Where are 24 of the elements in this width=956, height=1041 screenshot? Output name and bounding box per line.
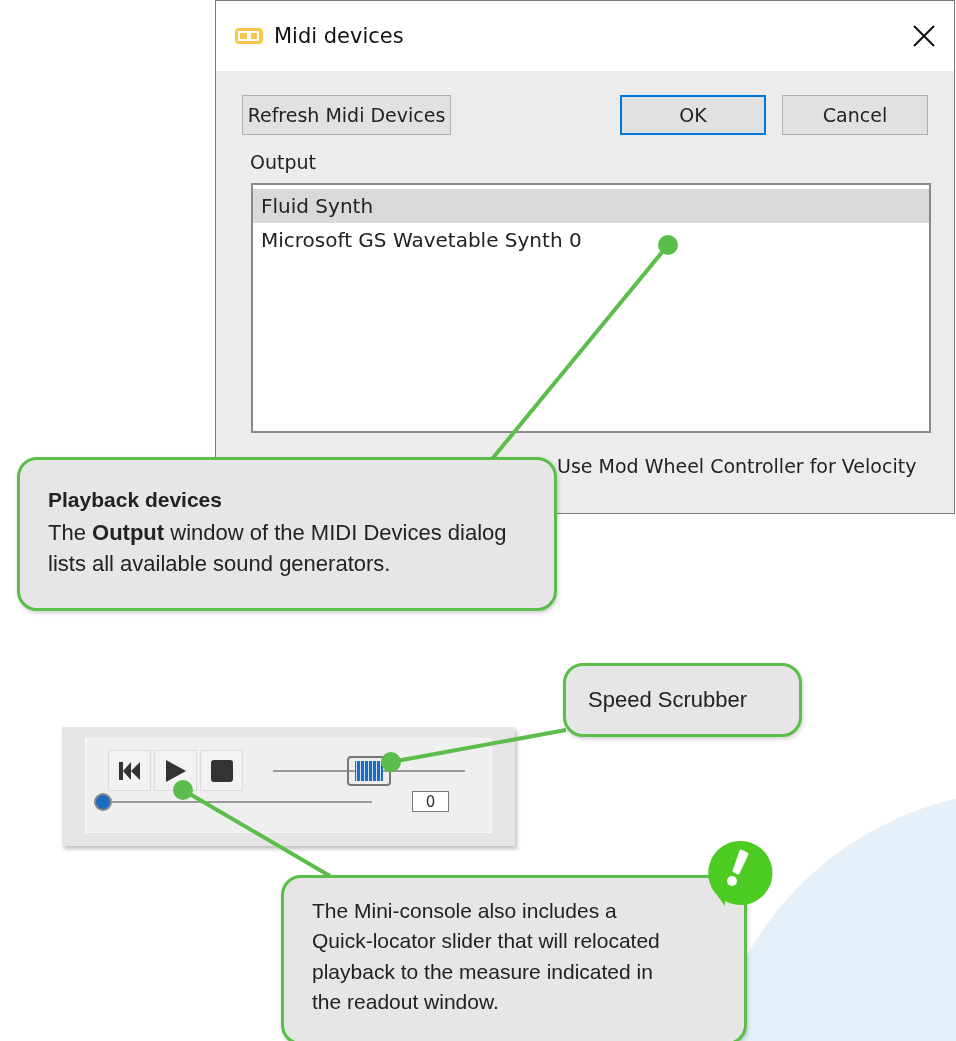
stop-icon [210, 759, 233, 782]
play-icon [164, 759, 187, 782]
callout-text: Speed Scrubber [588, 685, 748, 714]
device-list-item[interactable]: Microsoft GS Wavetable Synth 0 [253, 223, 929, 257]
window-title: Midi devices [274, 24, 404, 48]
refresh-button[interactable]: Refresh Midi Devices [242, 95, 451, 135]
callout-title: Playback devices [48, 488, 223, 513]
close-icon[interactable] [912, 24, 936, 48]
output-listbox[interactable]: Fluid Synth Microsoft GS Wavetable Synth 0 [251, 183, 931, 433]
callout-text: The Output window of the MIDI Devices dialog lists all available sound generators. [48, 519, 508, 578]
device-list-item[interactable]: Fluid Synth [253, 189, 929, 223]
play-button[interactable] [154, 750, 197, 791]
locator-slider-thumb[interactable] [94, 792, 112, 811]
callout-text: The Mini-console also includes a Quick-locator slider that will relocated playback to the measure indicated in the readout window. [312, 898, 661, 1016]
checkbox-label[interactable]: Use Mod Wheel Controller for Velocity [557, 455, 928, 477]
stop-button[interactable] [200, 750, 243, 791]
output-label: Output [250, 151, 317, 173]
cancel-button[interactable]: Cancel [782, 95, 928, 135]
skip-back-icon [118, 761, 141, 780]
measure-readout: 0 [412, 791, 449, 812]
speed-slider-thumb[interactable] [347, 755, 391, 786]
rewind-button[interactable] [108, 750, 151, 791]
ok-button[interactable]: OK [620, 95, 766, 135]
app-logo-icon [234, 26, 264, 46]
